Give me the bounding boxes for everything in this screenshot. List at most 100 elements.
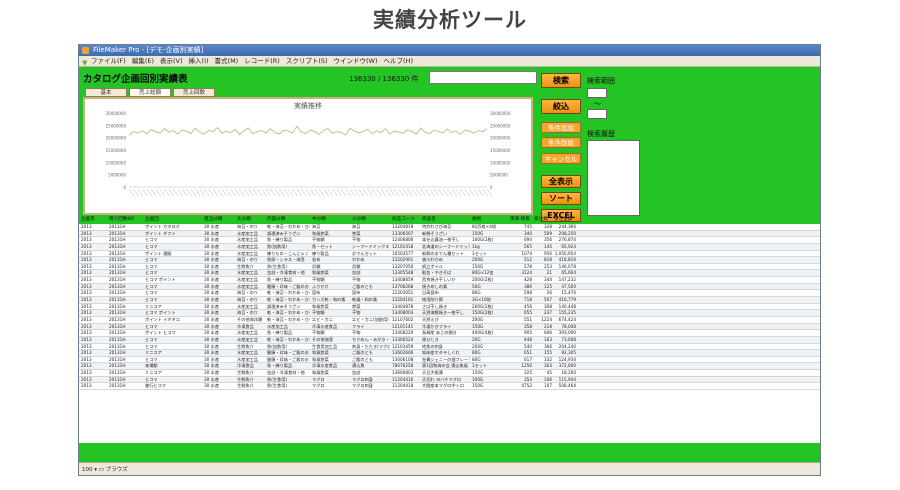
table-cell: 水産加工品 [237,336,258,342]
search-history-list[interactable] [587,140,640,216]
menu-edit[interactable]: 編集(E) [132,56,154,66]
sort-button[interactable]: ソート [541,192,581,205]
narrow-button[interactable]: 絞込 [541,99,581,114]
table-cell: 調理済みそうざい [267,230,301,236]
table-row[interactable]: 2013 20131H ポイント ヒコマ 30 水産 水産加工品 魚・練り製品 干物類 干物 1… [79,330,820,337]
table-cell: 13204161 [392,297,414,303]
menu-bar: ▼ ファイル(F) 編集(E) 表示(V) 挿入(I) 書式(M) レコード(R… [79,56,820,67]
column-header[interactable]: 大分類 [237,216,251,222]
menu-view[interactable]: 表示(V) [160,56,183,66]
table-cell: マグロ [312,376,325,382]
table-row[interactable]: 2013 20131H 来場動 30 水産 冷凍食品 魚・練り製品 冷凍水産食品 漬込魚 780… [79,363,820,371]
table-cell: 30 水産 [204,303,220,309]
table-row[interactable]: 2013 20131H ヒコマ 30 水産 水産加工品 健康・珍味・ご飯のお 和風惣菜 ご飯の… [79,357,820,364]
menu-file[interactable]: ファイル(F) [91,56,126,66]
table-cell: 13600803 [392,370,414,376]
column-header[interactable]: 中分類 [312,216,326,222]
table-row[interactable]: 2013 20131H ミニコア 30 水産 水産加工品 健康・珍味・ご飯のお 和風惣菜 ご飯… [79,350,820,357]
table-cell: 147,232 [558,277,576,283]
table-cell: 551 [524,316,532,322]
menu-help[interactable]: ヘルプ(H) [384,56,413,66]
table-cell: 1224 [541,316,552,322]
x-tick-mark [473,188,479,197]
table-cell: 30 水産 [204,257,220,263]
y-tick-label-left: 15000000 [106,148,127,153]
table-cell: 115,944 [558,376,576,382]
table-cell: 水産加工品 [237,283,258,289]
table-row[interactable]: 2013 20131H ポイント カタログ 30 水産 海苔・のり 乾・海苔・わかめ・ひじ… [79,224,820,231]
table-row[interactable]: 2013 20131H ヒコマ 30 水産 生鮮魚介 魚(生食用) 貝類 貝類 13207050… [79,264,820,271]
table-cell: ふりかけ [312,283,329,289]
column-header[interactable]: 単価 税抜 [510,216,530,222]
zoom-level[interactable]: 100 [82,463,93,475]
table-row[interactable]: 2013 20131H 美行ヒコマ 30 水産 生鮮魚介 魚(生食用) マグロ マグロ刺身 11… [79,383,820,391]
column-header[interactable]: 企画回 [145,216,159,222]
menu-scripts[interactable]: スクリプト(S) [286,56,328,66]
chart-panel: 実績推移 30000000 30000000 25000000 25000000 2000… [83,97,533,215]
search-button[interactable]: 検索 [541,73,581,88]
table-cell: 帆立ボイル [422,263,443,269]
remove-condition-button[interactable]: 条件削除 [541,137,581,148]
x-tick-mark [407,188,413,197]
table-row[interactable]: 2013 20131H ポイント 通販 30 水産 水産加工品 練りもの・こんにゃく 練り製… [79,251,820,258]
column-header[interactable]: 受注数 [534,216,548,222]
table-cell: 30 水産 [204,343,220,349]
table-cell: ちりめん・みがき・ちくわ [352,336,390,342]
range-from-input[interactable] [587,88,607,98]
x-tick-mark [482,188,488,197]
table-cell: ご飯のとも [352,350,373,356]
menu-format[interactable]: 書式(M) [215,56,239,66]
column-header[interactable]: 商品名 [422,216,436,222]
tab-basic[interactable]: 基本 [85,88,127,97]
table-row[interactable]: 2013 20131H ヒコマ 30 水産 水産加工品 健康・珍味・ご飯のお ふりかけ ご飯の… [79,283,820,291]
table-cell: 12103459 [392,343,414,349]
table-row[interactable]: 2013 20131H ヒコマ 30 水産 水産加工品 乾・海苔・わかめ・ひじきその他海藻… [79,336,820,344]
table-row[interactable]: 2013 20131H ヒコマ 30 水産 水産加工品 魚(加熱用) 魚・セット シーフードミ… [79,243,820,251]
table-row[interactable]: 2013 20131H ヒコマ 30 水産 海苔・のり 乾・海苔・わかめ・ひじきカンズ乾・… [79,297,820,304]
table-cell: 海苔 [312,224,321,229]
table-row[interactable]: 201320131Hヒコマ30 水産海苔・のり乾・海苔・わかめ・ひじき昆布昆布1… [79,290,820,298]
column-header[interactable]: 担当分類 [204,216,222,222]
add-condition-button[interactable]: 条件追加 [541,122,581,133]
table-cell: ポイント 通販 [145,250,172,256]
table-cell: おでんセット [352,250,378,256]
menu-records[interactable]: レコード(R) [244,56,280,66]
column-header[interactable]: 内容分類 [267,216,285,222]
table-row[interactable]: 2013 20131H ポイント ギフト 30 水産 水産加工品 調理済みそうざい 和風惣菜… [79,230,820,238]
table-cell: 21 [546,270,552,276]
x-tick-mark [221,188,227,197]
show-all-button[interactable]: 全表示 [541,175,581,188]
table-cell: 13306507 [392,230,414,236]
tab-sales-total[interactable]: 売上総額 [129,88,171,97]
table-row[interactable]: 2013 20131H ヒコマ ポイント 30 水産 海苔・のり 乾・海苔・わかめ・ひじき… [79,310,820,317]
zoom-arrow-icon[interactable]: ▾ ▭ [94,467,105,473]
cancel-button[interactable]: キャンセル [541,153,581,164]
table-row[interactable]: 2013 20131H ミニコア 30 水産 水産加工品 調理済みそうざい 和風惣菜 惣菜 13… [79,304,820,311]
column-header[interactable]: 規格 [472,216,481,222]
search-input[interactable] [429,71,537,84]
column-header[interactable]: 受注金額 [554,216,572,222]
table-row[interactable]: 2013 20131H ヒコマ 30 水産 冷凍食品 水産加工品 冷凍水産食品 フライ 1210… [79,323,820,331]
table-row[interactable]: 2013 20131H ヒコマ 30 水産 水産加工品 魚・練り製品 干物類 干物 124068… [79,237,820,244]
range-to-input[interactable] [587,109,607,119]
menu-window[interactable]: ウインドウ(W) [334,56,378,66]
menu-insert[interactable]: 挿入(I) [189,56,209,66]
table-cell: 魚(生食用) [267,263,288,269]
table-cell: 水産加工品 [237,230,258,236]
table-cell: 20131H [109,257,126,263]
column-header[interactable]: 企画年 [81,216,95,222]
table-row[interactable]: 2013 20131H ヒコマ 30 水産 生鮮魚介 魚(加熱用) 生食用加工品 刺身・たたき… [79,344,820,351]
table-row[interactable]: 2013 20131H ヒコマ 30 水産 生鮮魚介 魚(生食用) マグロ マグロ刺身 1120… [79,376,820,384]
table-row[interactable]: 2013 20131H ヒコマ 30 水産 水産加工品 缶詰・冷凍食材・他 和風惣菜 缶詰 13… [79,270,820,278]
column-header[interactable]: 小分類 [352,216,366,222]
table-row[interactable]: 2013 20131H ヒコマ ポイント 30 水産 水産加工品 魚・練り製品 干物類 干物 1… [79,277,820,284]
table-row[interactable]: 2013 20131H ポイント イギギコ 30 水産 その他海洋類 乾・海苔・わかめ・ひ… [79,317,820,324]
table-row[interactable]: 2013 20131H ヒコマ 30 水産 海苔・のり 魚卵・シラス・海藻 若布 わかめ 132… [79,257,820,264]
x-tick-mark [416,188,422,197]
table-row[interactable]: 2013 20131H ミニコア 30 水産 生鮮魚介 缶詰・冷凍食材・他 和風惣菜 缶詰 13… [79,370,820,377]
mode-label[interactable]: ブラウズ [106,467,128,473]
column-header[interactable]: 周り回数NO [109,216,134,222]
column-header[interactable]: 商品コード [392,216,415,222]
tab-sales-count[interactable]: 売上回数 [173,88,215,97]
table-cell: 150G(2枚) [472,310,494,316]
